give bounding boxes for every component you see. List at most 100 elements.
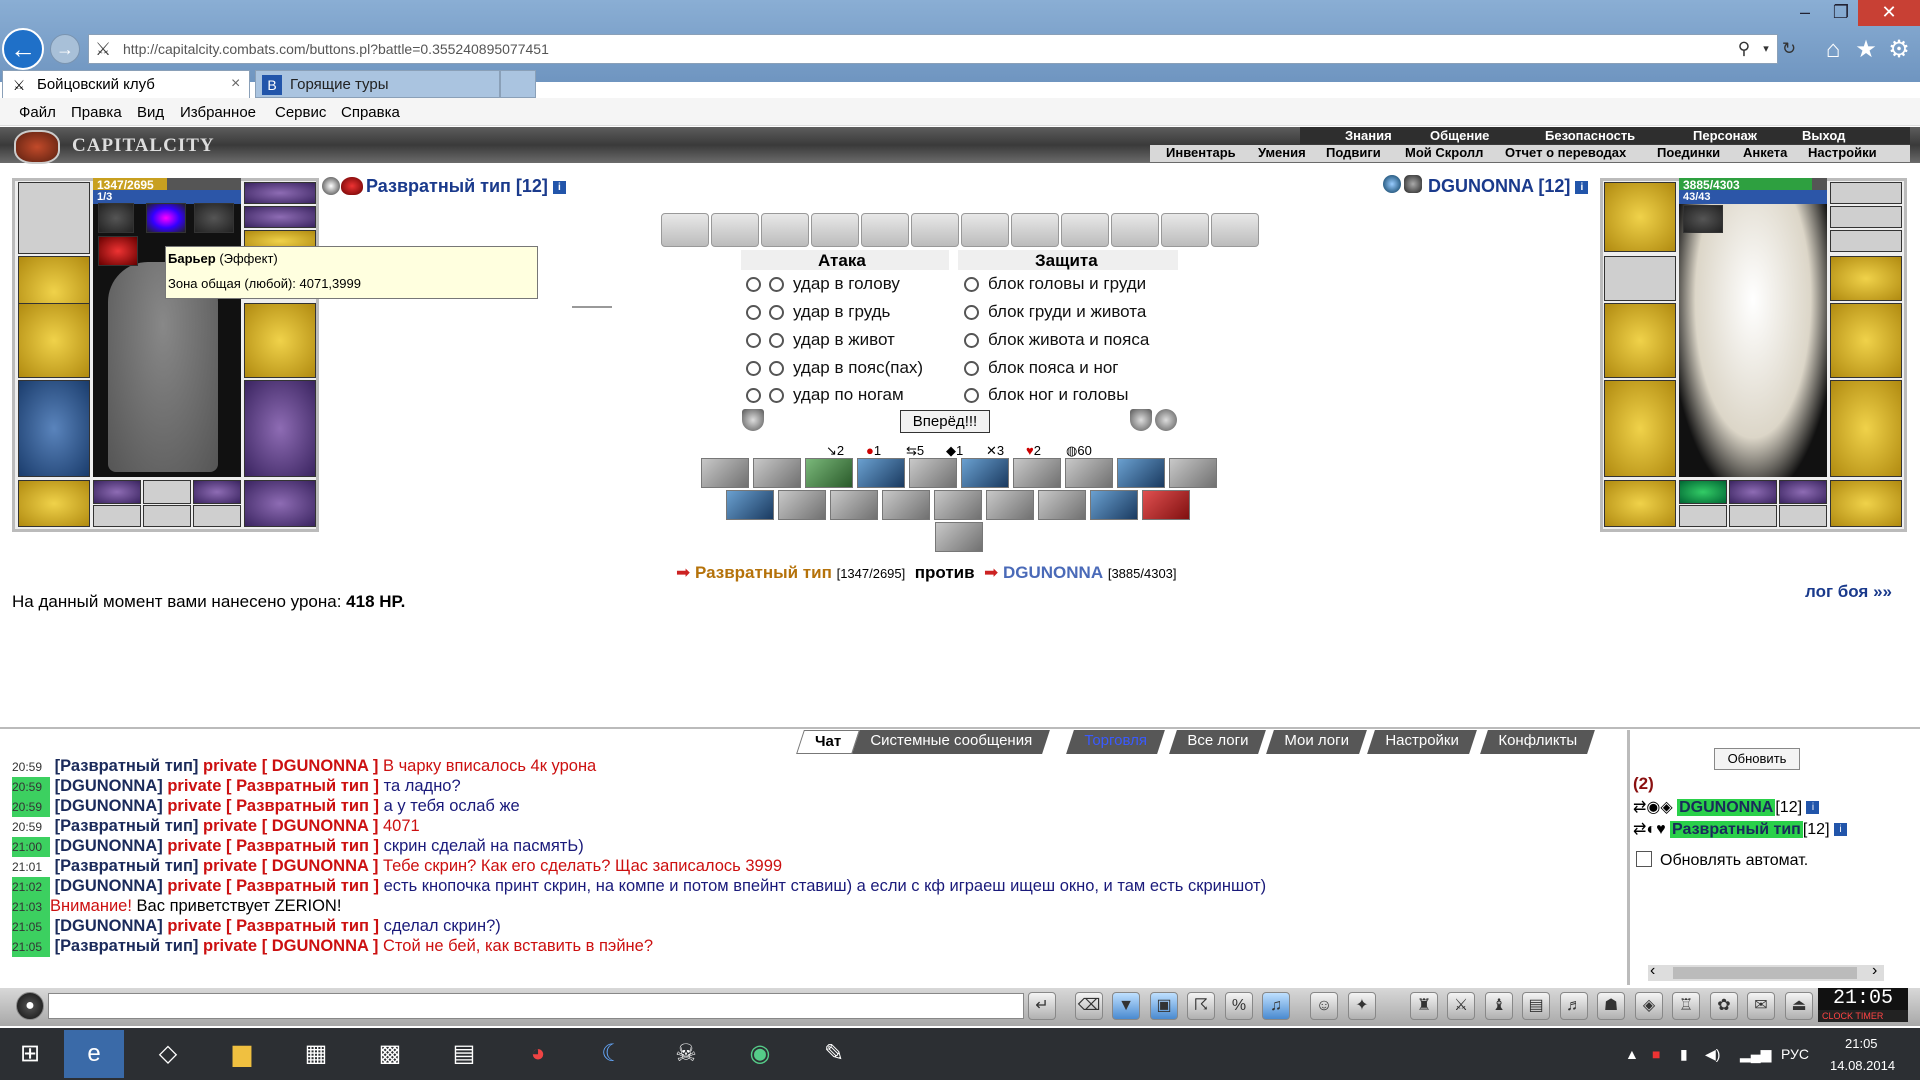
earring-slot[interactable]	[1830, 206, 1902, 228]
refresh-shield-icon[interactable]	[1155, 409, 1177, 431]
attack-radio-1[interactable]	[746, 305, 761, 320]
shield-icon[interactable]	[1130, 409, 1152, 431]
pants-slot[interactable]	[244, 380, 316, 477]
music-icon[interactable]: ♫	[1262, 992, 1290, 1020]
restore-icon[interactable]: ❐	[1826, 0, 1856, 26]
skill-button[interactable]	[1169, 458, 1217, 488]
close-window-button[interactable]: ✕	[1858, 0, 1920, 26]
nav-communication[interactable]: Общение	[1430, 128, 1489, 143]
skill-button[interactable]	[934, 490, 982, 520]
attack-radio-2[interactable]	[769, 305, 784, 320]
skill-button[interactable]	[1038, 490, 1086, 520]
sword-icon[interactable]: ⚔	[1447, 992, 1475, 1020]
network-icon[interactable]: ▂▄▆	[1740, 1046, 1771, 1063]
opponent-name[interactable]: DGUNONNA [12] i	[1428, 176, 1589, 197]
defense-radio[interactable]	[964, 277, 979, 292]
gloves-slot[interactable]	[1830, 256, 1902, 301]
attack-radio-2[interactable]	[769, 277, 784, 292]
vs-player-name[interactable]: Развратный тип	[695, 563, 832, 582]
weapon-left-slot[interactable]	[1604, 303, 1676, 378]
scroll-slot[interactable]	[961, 213, 1009, 247]
scroll-slot[interactable]	[1111, 213, 1159, 247]
scroll-slot[interactable]	[761, 213, 809, 247]
skill-button[interactable]	[830, 490, 878, 520]
defense-radio[interactable]	[964, 305, 979, 320]
scroll-slot[interactable]	[661, 213, 709, 247]
smile-icon[interactable]: ☺	[1310, 992, 1338, 1020]
paint-icon[interactable]: ✎	[804, 1030, 864, 1078]
tab-system-messages[interactable]: Системные сообщения	[852, 730, 1050, 754]
translit-icon[interactable]: ☈	[1187, 992, 1215, 1020]
nav-security[interactable]: Безопасность	[1545, 128, 1635, 143]
boots-slot[interactable]	[244, 480, 316, 527]
nav-skills[interactable]: Умения	[1258, 145, 1306, 160]
tab-settings[interactable]: Настройки	[1367, 730, 1477, 754]
skill-button[interactable]	[1117, 458, 1165, 488]
armor-slot[interactable]	[1604, 380, 1676, 477]
rune-slot[interactable]	[1679, 480, 1727, 504]
scroll-slot[interactable]	[1011, 213, 1059, 247]
scroll-slot[interactable]	[811, 213, 859, 247]
eraser-icon[interactable]: ⌫	[1075, 992, 1103, 1020]
nav-knowledge[interactable]: Знания	[1345, 128, 1392, 143]
nav-character[interactable]: Персонаж	[1693, 128, 1757, 143]
ring-slot[interactable]	[1830, 230, 1902, 252]
nav-inventory[interactable]: Инвентарь	[1166, 145, 1236, 160]
mail-icon[interactable]: ✉	[1747, 992, 1775, 1020]
scroll-slot[interactable]	[911, 213, 959, 247]
tray-app-icon[interactable]: ■	[1652, 1046, 1660, 1062]
refresh-icon[interactable]: ↻	[1778, 36, 1800, 62]
tab-combats[interactable]: ⚔ Бойцовский клуб ×	[2, 70, 250, 98]
home-icon[interactable]: ⌂	[1817, 34, 1849, 66]
app-icon[interactable]: ◇	[138, 1030, 198, 1078]
rune-slot[interactable]	[143, 480, 191, 504]
shield-tool-icon[interactable]: ◈	[1635, 992, 1663, 1020]
attack-radio-1[interactable]	[746, 388, 761, 403]
defense-radio[interactable]	[964, 388, 979, 403]
menu-favorites[interactable]: Избранное	[180, 104, 256, 121]
explorer-folder-icon[interactable]: ▆	[212, 1030, 272, 1078]
chat-mode-icon[interactable]: ●	[16, 992, 44, 1020]
potion-icon[interactable]: ♝	[1485, 992, 1513, 1020]
skill-button[interactable]	[961, 458, 1009, 488]
send-icon[interactable]: ↵	[1028, 992, 1056, 1020]
pants-slot[interactable]	[1830, 380, 1902, 477]
skill-button[interactable]	[1090, 490, 1138, 520]
new-tab-button[interactable]	[500, 70, 536, 98]
scroll-icon[interactable]: ♬	[1560, 992, 1588, 1020]
online-user-row[interactable]: ⇄◉◈ DGUNONNA [12] i	[1633, 797, 1820, 817]
nav-achievements[interactable]: Подвиги	[1326, 145, 1381, 160]
effect-icon[interactable]	[1683, 205, 1723, 233]
attack-radio-2[interactable]	[769, 333, 784, 348]
skill-button[interactable]	[909, 458, 957, 488]
pocket-slot[interactable]	[93, 505, 141, 527]
pocket-slot[interactable]	[1779, 505, 1827, 527]
tab-trade[interactable]: Торговля	[1066, 730, 1165, 754]
rune-slot[interactable]	[1779, 480, 1827, 504]
pocket-slot[interactable]	[1679, 505, 1727, 527]
pocket-slot[interactable]	[1729, 505, 1777, 527]
taskbar-time[interactable]: 21:05	[1845, 1036, 1878, 1051]
barrier-effect-icon[interactable]	[146, 203, 186, 233]
tab-my-logs[interactable]: Мои логи	[1266, 730, 1367, 754]
info-icon[interactable]: i	[1806, 801, 1820, 815]
chest-icon[interactable]: ▤	[1522, 992, 1550, 1020]
belt-slot[interactable]	[1604, 480, 1676, 527]
skill-button[interactable]	[857, 458, 905, 488]
nav-profile[interactable]: Анкета	[1743, 145, 1787, 160]
skill-button[interactable]	[882, 490, 930, 520]
attack-radio-1[interactable]	[746, 333, 761, 348]
game-client-icon[interactable]: ☠	[656, 1030, 716, 1078]
skill-button[interactable]	[701, 458, 749, 488]
amulet-slot[interactable]	[1830, 182, 1902, 204]
bag-icon[interactable]: ♜	[1410, 992, 1438, 1020]
users-icon[interactable]: ☗	[1597, 992, 1625, 1020]
weapon-right-slot[interactable]	[244, 303, 316, 378]
dropdown-icon[interactable]: ▾	[1755, 36, 1777, 62]
skill-button[interactable]	[986, 490, 1034, 520]
defense-radio[interactable]	[964, 333, 979, 348]
belt-slot[interactable]	[18, 480, 90, 527]
skill-button[interactable]	[805, 458, 853, 488]
weapon-left-slot[interactable]	[18, 303, 90, 378]
scroll-slot[interactable]	[1161, 213, 1209, 247]
